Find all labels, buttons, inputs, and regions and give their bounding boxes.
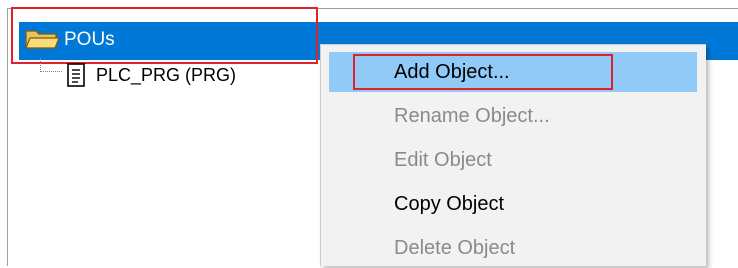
annotation-highlight-pous xyxy=(11,7,318,64)
annotation-highlight-add-object xyxy=(353,54,613,90)
menu-item-copy-object[interactable]: Copy Object xyxy=(329,184,697,224)
menu-item-rename-object[interactable]: Rename Object... xyxy=(329,96,697,136)
tree-item-plc-prg-label[interactable]: PLC_PRG (PRG) xyxy=(96,62,236,88)
menu-item-edit-object[interactable]: Edit Object xyxy=(329,140,697,180)
document-icon xyxy=(67,63,85,87)
tree-connector-line xyxy=(40,58,62,72)
menu-item-delete-object[interactable]: Delete Object xyxy=(329,228,697,268)
